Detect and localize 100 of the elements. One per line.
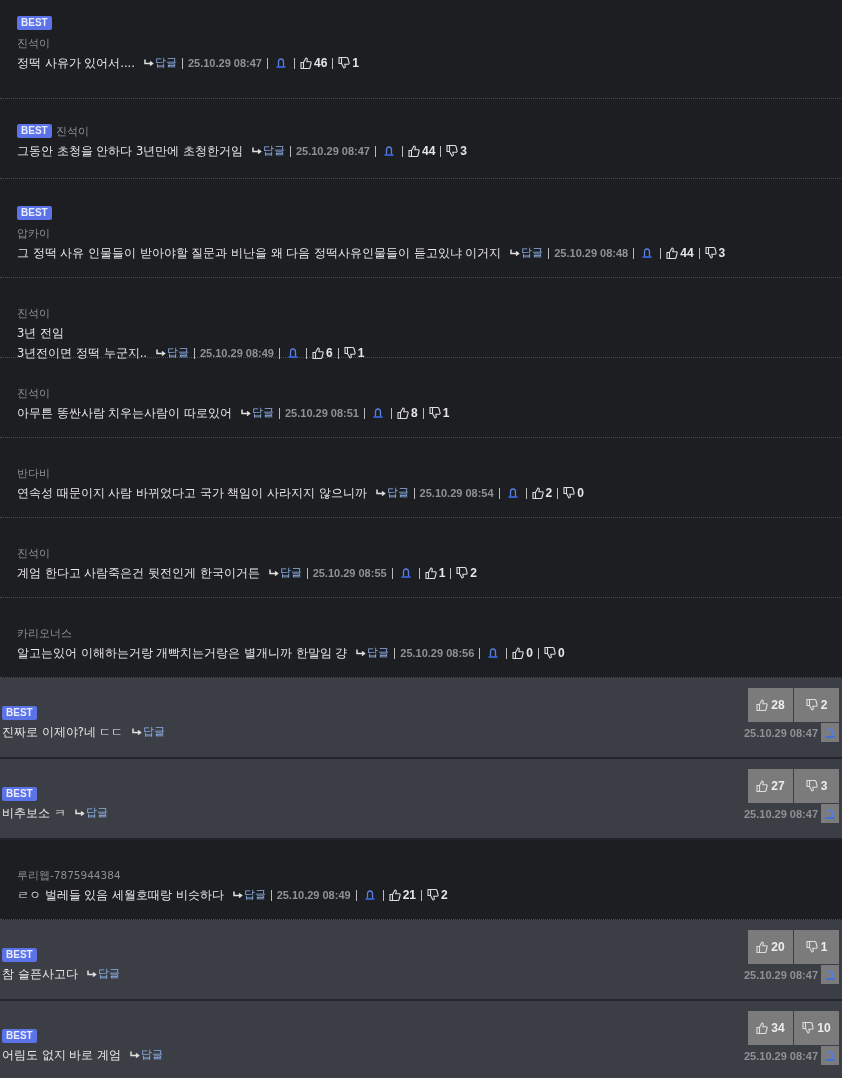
author-name[interactable]: 진석이	[17, 387, 50, 399]
comment-date: 25.10.29 08:48	[554, 246, 629, 261]
thumbs-down-icon	[343, 347, 356, 359]
dislike-button[interactable]: 10	[794, 1011, 839, 1045]
thumbs-up-icon	[407, 145, 420, 157]
best-badge: BEST	[2, 948, 37, 962]
dislike-button[interactable]: 3	[704, 246, 726, 260]
dislike-button[interactable]: 0	[563, 486, 584, 500]
best-badge: BEST	[17, 206, 52, 220]
thumbs-down-icon	[428, 407, 441, 419]
thumbs-up-icon	[311, 347, 324, 359]
comment-text: 진짜로 이제야?네 ㄷㄷ	[2, 724, 124, 740]
comment-text: 아무튼 똥싼사람 치우는사람이 따로있어	[17, 405, 232, 421]
thumbs-down-icon	[805, 780, 818, 792]
comment-date: 25.10.29 08:47	[187, 56, 262, 71]
like-button[interactable]: 21	[388, 888, 416, 902]
thumbs-up-icon	[397, 407, 409, 419]
comment-date: 25.10.29 08:49	[199, 346, 274, 361]
reply-arrow-icon	[74, 809, 85, 817]
reply-link[interactable]: 답글	[356, 645, 390, 661]
like-button[interactable]: 44	[407, 144, 436, 158]
thumbs-down-icon	[338, 57, 351, 69]
dislike-button[interactable]: 2	[427, 888, 448, 902]
dislike-button[interactable]: 1	[343, 346, 365, 360]
comment-text: 계엄 한다고 사람죽은건 뒷전인게 한국이거든	[17, 565, 260, 581]
comment-text: 어림도 없지 바로 계엄	[2, 1047, 121, 1063]
reply-link[interactable]: 답글	[143, 55, 177, 71]
author-name[interactable]: 진석이	[17, 547, 50, 559]
comment-text: 그동안 초청을 안하다 3년만에 초청한거임	[17, 143, 243, 159]
thumbs-down-icon	[456, 567, 469, 579]
comment-text: 알고는있어 이해하는거랑 개빡치는거랑은 별개니까 한말임 걍	[17, 645, 348, 661]
like-button[interactable]: 6	[311, 346, 333, 360]
author-name[interactable]: 카리오너스	[17, 627, 72, 639]
reply-link[interactable]: 답글	[251, 143, 285, 159]
comment-date: 25.10.29 08:47	[744, 968, 818, 981]
reply-arrow-icon	[232, 891, 243, 899]
comment-date: 25.10.29 08:47	[744, 807, 818, 820]
dislike-button[interactable]: 0	[544, 646, 565, 660]
thumbs-down-icon	[544, 647, 556, 659]
thumbs-up-icon	[512, 647, 525, 659]
comment-date: 25.10.29 08:47	[744, 726, 818, 739]
dislike-button[interactable]: 1	[338, 56, 359, 70]
thumbs-down-icon	[805, 941, 818, 953]
author-name[interactable]: 진석이	[17, 37, 50, 49]
reply-arrow-icon	[268, 569, 279, 577]
reply-link[interactable]: 답글	[86, 966, 120, 982]
like-button[interactable]: 2	[531, 486, 553, 500]
author-name[interactable]: 진석이	[17, 307, 50, 319]
thumbs-up-icon	[666, 247, 679, 259]
thumbs-up-icon	[756, 941, 769, 953]
author-name[interactable]: 루리웹-7875944384	[17, 869, 121, 881]
comment-date: 25.10.29 08:54	[419, 486, 494, 501]
like-button[interactable]: 8	[397, 406, 418, 420]
like-button[interactable]: 0	[512, 646, 533, 660]
dislike-button[interactable]: 1	[428, 406, 450, 420]
like-button[interactable]: 28	[748, 688, 793, 722]
author-name[interactable]: 진석이	[55, 123, 89, 139]
dislike-button[interactable]: 3	[446, 144, 467, 158]
reply-arrow-icon	[143, 59, 154, 67]
like-button[interactable]: 44	[666, 246, 694, 260]
reply-link[interactable]: 답글	[268, 565, 302, 581]
thumbs-up-icon	[299, 57, 312, 69]
comment-text: 3년전이면 정떡 누군지..	[17, 345, 147, 361]
reply-arrow-icon	[129, 1051, 140, 1059]
comment-text: 정떡 사유가 있어서....	[17, 55, 135, 71]
reply-link[interactable]: 답글	[232, 887, 266, 903]
dislike-button[interactable]: 2	[794, 688, 839, 722]
author-name[interactable]: 압카이	[17, 227, 50, 239]
dislike-button[interactable]: 2	[456, 566, 477, 580]
like-button[interactable]: 1	[424, 566, 446, 580]
comment-text: 그 정떡 사유 인물들이 받아야할 질문과 비난을 왜 다음 정떡사유인물들이 듣고있냐 이거지	[17, 245, 502, 261]
reply-arrow-icon	[155, 349, 166, 357]
comment-text: 참 슬픈사고다	[2, 966, 78, 982]
thumbs-down-icon	[704, 247, 717, 259]
reply-arrow-icon	[375, 489, 386, 497]
reply-arrow-icon	[132, 728, 143, 736]
like-button[interactable]: 20	[748, 930, 793, 964]
dislike-button[interactable]: 3	[794, 769, 839, 803]
reply-link[interactable]: 답글	[132, 724, 166, 740]
thumbs-down-icon	[563, 487, 576, 499]
comment-text: 연속성 때문이지 사람 바뀌었다고 국가 책임이 사라지지 않으니까	[17, 485, 367, 501]
dislike-button[interactable]: 1	[794, 930, 839, 964]
reply-link[interactable]: 답글	[240, 405, 274, 421]
comment-date: 25.10.29 08:47	[295, 144, 370, 159]
like-button[interactable]: 27	[748, 769, 793, 803]
reply-link[interactable]: 답글	[375, 485, 409, 501]
reply-arrow-icon	[86, 970, 97, 978]
author-name[interactable]: 반다비	[17, 467, 50, 479]
reply-link[interactable]: 답글	[129, 1047, 163, 1063]
reply-link[interactable]: 답글	[155, 345, 189, 361]
thumbs-up-icon	[424, 567, 437, 579]
thumbs-down-icon	[805, 699, 818, 711]
best-badge: BEST	[17, 16, 52, 30]
reply-link[interactable]: 답글	[74, 805, 108, 821]
comment-date: 25.10.29 08:55	[312, 566, 387, 581]
comment-date: 25.10.29 08:47	[744, 1049, 818, 1062]
best-badge: BEST	[17, 124, 52, 138]
like-button[interactable]: 46	[299, 56, 328, 70]
reply-link[interactable]: 답글	[510, 245, 544, 261]
like-button[interactable]: 34	[748, 1011, 793, 1045]
